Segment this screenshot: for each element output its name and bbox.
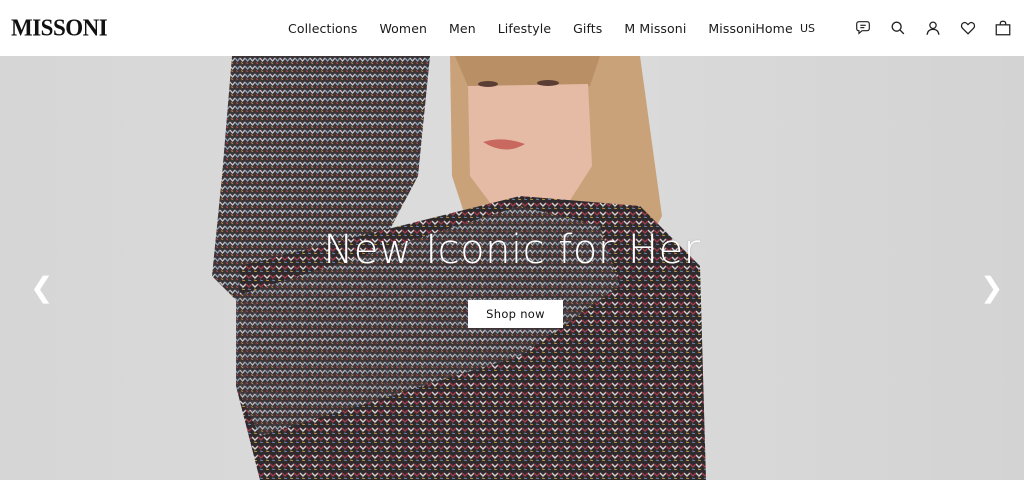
nav-item-gifts[interactable]: Gifts: [573, 21, 602, 36]
main-nav: Collections Women Men Lifestyle Gifts M …: [288, 0, 815, 56]
carousel-prev-arrow-icon[interactable]: ❮: [30, 274, 53, 302]
nav-item-women[interactable]: Women: [379, 21, 427, 36]
nav-item-missonihome[interactable]: MissoniHome: [708, 21, 792, 36]
wishlist-heart-icon[interactable]: [959, 19, 977, 37]
shop-now-button[interactable]: Shop now: [468, 300, 563, 328]
missoni-logo[interactable]: MISSONI: [11, 14, 108, 41]
account-icon[interactable]: [924, 19, 942, 37]
nav-item-men[interactable]: Men: [449, 21, 476, 36]
hero-banner: New Iconic for Her Shop now ❮ ❯: [0, 56, 1024, 480]
shopping-bag-icon[interactable]: [994, 19, 1012, 37]
chat-icon[interactable]: [854, 19, 872, 37]
hero-title: New Iconic for Her: [323, 227, 701, 273]
search-icon[interactable]: [889, 19, 907, 37]
nav-item-m-missoni[interactable]: M Missoni: [624, 21, 686, 36]
nav-item-collections[interactable]: Collections: [288, 21, 357, 36]
site-header: MISSONI Collections Women Men Lifestyle …: [0, 0, 1024, 56]
region-selector[interactable]: US: [800, 22, 815, 35]
nav-item-lifestyle[interactable]: Lifestyle: [498, 21, 551, 36]
carousel-next-arrow-icon[interactable]: ❯: [980, 274, 1003, 302]
header-utilities: US: [800, 0, 1012, 56]
